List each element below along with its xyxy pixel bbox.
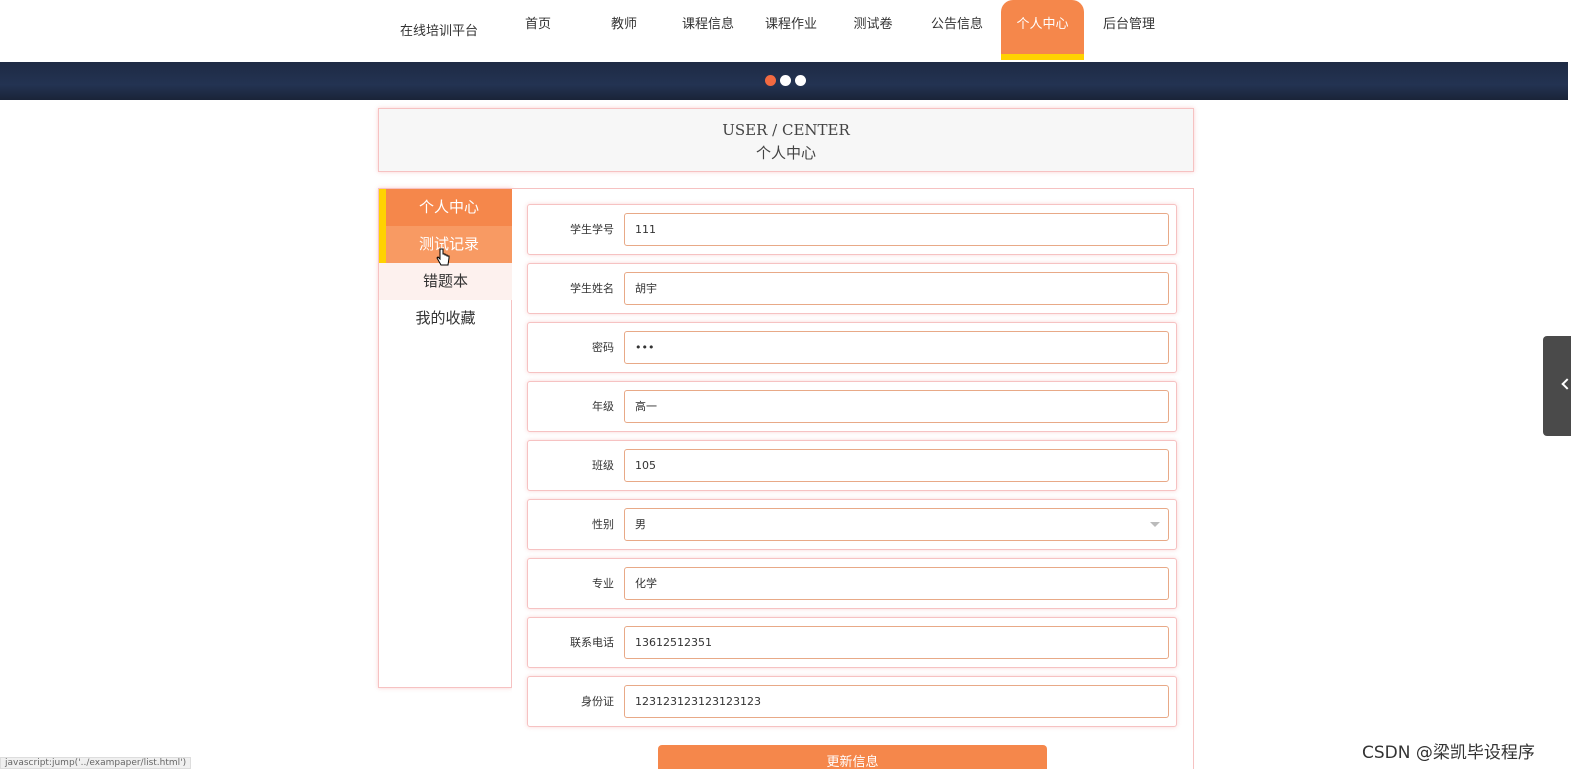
sidebar-item-user-center[interactable]: 个人中心 <box>379 189 512 226</box>
field-label: 性别 <box>592 518 614 531</box>
page-title-card: USER / CENTER 个人中心 <box>378 108 1194 172</box>
class-input[interactable]: 105 <box>624 449 1169 482</box>
field-label: 联系电话 <box>570 636 614 649</box>
nav-admin[interactable]: 后台管理 <box>1098 0 1160 60</box>
form-row-student-id: 学生学号 111 <box>527 204 1177 255</box>
student-name-input[interactable]: 胡宇 <box>624 272 1169 305</box>
floating-side-tab[interactable] <box>1543 336 1571 436</box>
carousel-dot-2[interactable] <box>780 75 791 86</box>
gender-select[interactable]: 男 <box>624 508 1169 541</box>
nav-user-center[interactable]: 个人中心 <box>1001 0 1084 60</box>
nav-home[interactable]: 首页 <box>510 0 566 60</box>
form-row-password: 密码 ••• <box>527 322 1177 373</box>
carousel-dot-3[interactable] <box>795 75 806 86</box>
update-info-button[interactable]: 更新信息 <box>658 745 1047 769</box>
field-label: 学生姓名 <box>570 282 614 295</box>
form-row-class: 班级 105 <box>527 440 1177 491</box>
chevron-down-icon <box>1150 522 1160 527</box>
field-label: 年级 <box>592 400 614 413</box>
field-label: 学生学号 <box>570 223 614 236</box>
form-row-phone: 联系电话 13612512351 <box>527 617 1177 668</box>
top-nav: 在线培训平台 首页 教师 课程信息 课程作业 测试卷 公告信息 个人中心 后台管… <box>0 0 1571 62</box>
brand-title[interactable]: 在线培训平台 <box>400 20 478 39</box>
sidebar-item-favorites[interactable]: 我的收藏 <box>379 300 512 337</box>
nav-teacher[interactable]: 教师 <box>596 0 652 60</box>
nav-course-homework[interactable]: 课程作业 <box>760 0 822 60</box>
password-input[interactable]: ••• <box>624 331 1169 364</box>
field-label: 身份证 <box>581 695 614 708</box>
page-title-cn: 个人中心 <box>755 144 816 162</box>
field-label: 班级 <box>592 459 614 472</box>
hand-cursor-icon <box>436 248 450 266</box>
sidebar-item-wrong-questions[interactable]: 错题本 <box>379 263 512 300</box>
major-input[interactable]: 化学 <box>624 567 1169 600</box>
banner-carousel <box>0 62 1568 100</box>
form-row-major: 专业 化学 <box>527 558 1177 609</box>
chevron-left-icon <box>1561 378 1571 390</box>
id-card-input[interactable]: 123123123123123123 <box>624 685 1169 718</box>
form-row-student-name: 学生姓名 胡宇 <box>527 263 1177 314</box>
watermark: CSDN @梁凯毕设程序 <box>1362 743 1535 763</box>
form-row-gender: 性别 男 <box>527 499 1177 550</box>
field-label: 专业 <box>592 577 614 590</box>
form-row-grade: 年级 高一 <box>527 381 1177 432</box>
nav-test-paper[interactable]: 测试卷 <box>845 0 901 60</box>
page-title-en: USER / CENTER <box>722 121 850 139</box>
nav-announcements[interactable]: 公告信息 <box>926 0 988 60</box>
grade-input[interactable]: 高一 <box>624 390 1169 423</box>
carousel-dot-1[interactable] <box>765 75 776 86</box>
phone-input[interactable]: 13612512351 <box>624 626 1169 659</box>
gender-select-value: 男 <box>635 518 646 531</box>
student-id-input[interactable]: 111 <box>624 213 1169 246</box>
status-bar-url: javascript:jump('../exampaper/list.html'… <box>0 757 192 769</box>
form-row-id-card: 身份证 123123123123123123 <box>527 676 1177 727</box>
nav-course-info[interactable]: 课程信息 <box>677 0 739 60</box>
field-label: 密码 <box>592 341 614 354</box>
